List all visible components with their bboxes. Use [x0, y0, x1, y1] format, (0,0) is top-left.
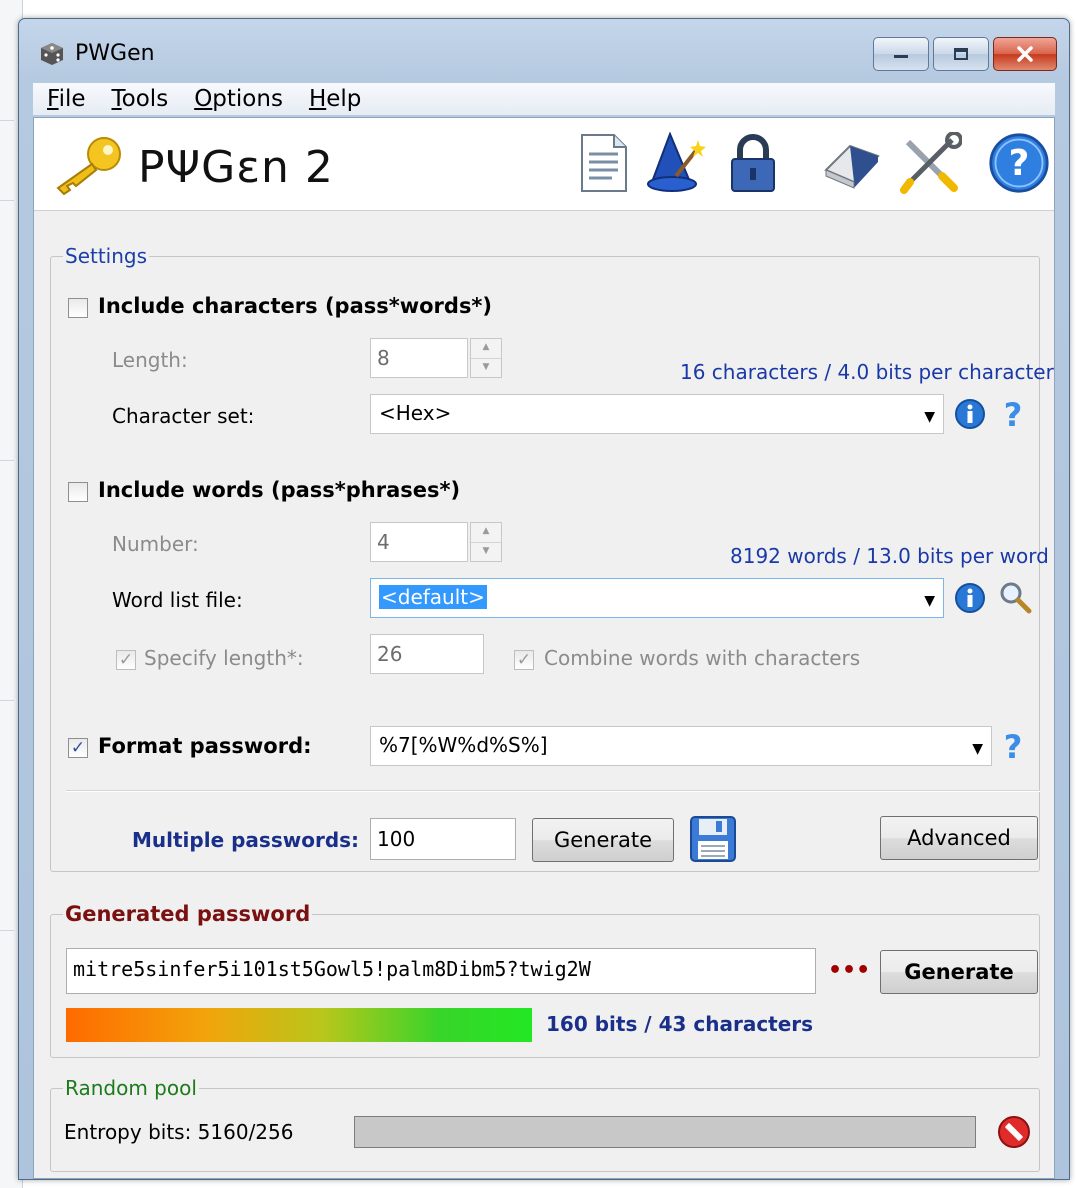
wordlist-label: Word list file:: [112, 588, 243, 612]
bg-divider: [0, 930, 14, 931]
wordlist-select[interactable]: <default> ▼: [370, 578, 944, 618]
menu-file[interactable]: File: [33, 86, 98, 112]
words-info-text: 8192 words / 13.0 bits per word: [730, 544, 1049, 568]
length-spinner[interactable]: ▲ ▼: [470, 338, 502, 378]
chevron-down-icon: ▼: [924, 593, 935, 609]
menu-help[interactable]: Help: [295, 86, 373, 112]
format-password-label: Format password:: [98, 734, 312, 758]
close-button[interactable]: [993, 37, 1057, 71]
combine-words-checkbox[interactable]: ✓: [514, 650, 534, 670]
settings-legend: Settings: [65, 244, 148, 268]
pwgen-window: PWGen File Tools Options Help PΨGεn 2 ? …: [18, 18, 1070, 1180]
include-characters-label: Include characters (pass*words*): [98, 294, 493, 318]
multiple-passwords-input[interactable]: [370, 818, 516, 860]
eraser-icon[interactable]: [820, 132, 882, 194]
bg-divider: [0, 200, 14, 201]
number-label: Number:: [112, 532, 199, 556]
multiple-passwords-label: Multiple passwords:: [132, 828, 360, 852]
include-words-label: Include words (pass*phrases*): [98, 478, 461, 502]
window-title: PWGen: [75, 41, 155, 66]
menu-bar: File Tools Options Help: [33, 83, 1055, 115]
settings-divider: [66, 790, 1040, 792]
number-input[interactable]: [370, 522, 468, 562]
bg-divider: [0, 120, 14, 121]
entropy-bits-text: Entropy bits: 5160/256: [64, 1120, 294, 1144]
generated-password-legend: Generated password: [65, 902, 311, 926]
document-icon[interactable]: [572, 132, 634, 194]
maximize-icon: [954, 48, 968, 60]
charset-value: <Hex>: [379, 401, 452, 425]
maximize-button[interactable]: [933, 37, 989, 71]
password-strength-bar: [66, 1008, 532, 1042]
save-icon[interactable]: [688, 814, 738, 864]
menu-options[interactable]: Options: [180, 86, 295, 112]
header-band: PΨGεn 2 ?: [34, 118, 1054, 211]
key-icon: [56, 137, 121, 196]
reset-pool-icon[interactable]: [996, 1114, 1032, 1150]
app-heading: PΨGεn 2: [138, 142, 334, 193]
format-password-select[interactable]: %7[%W%d%S%] ▼: [370, 726, 992, 766]
padlock-icon[interactable]: [722, 132, 784, 194]
minimize-button[interactable]: [873, 37, 929, 71]
include-words-checkbox[interactable]: [68, 482, 88, 502]
multiple-generate-button[interactable]: Generate: [532, 818, 674, 862]
password-strength-text: 160 bits / 43 characters: [546, 1012, 814, 1036]
charset-info-icon[interactable]: [954, 398, 986, 430]
title-bar[interactable]: PWGen: [19, 19, 1069, 77]
advanced-button[interactable]: Advanced: [880, 816, 1038, 860]
generate-password-button[interactable]: Generate: [880, 950, 1038, 994]
wordlist-info-icon[interactable]: [954, 582, 986, 614]
svg-text:?: ?: [1009, 143, 1030, 184]
close-icon: [1017, 46, 1033, 62]
length-label: Length:: [112, 348, 188, 372]
combine-words-label: Combine words with characters: [544, 646, 861, 670]
length-input[interactable]: [370, 338, 468, 378]
charset-select[interactable]: <Hex> ▼: [370, 394, 944, 434]
entropy-bar: [354, 1116, 976, 1148]
help-icon[interactable]: ?: [986, 132, 1052, 194]
chars-info-text: 16 characters / 4.0 bits per character: [680, 360, 1054, 384]
charset-label: Character set:: [112, 404, 255, 428]
specify-length-label: Specify length*:: [144, 646, 304, 670]
format-help-icon[interactable]: ?: [1000, 728, 1026, 764]
svg-text:?: ?: [1004, 396, 1023, 432]
charset-help-icon[interactable]: ?: [1000, 396, 1026, 432]
main-panel: PΨGεn 2 ? Settings Include characters (p…: [33, 117, 1055, 1179]
format-password-checkbox[interactable]: ✓: [68, 738, 88, 758]
chevron-down-icon: ▼: [924, 409, 935, 425]
tools-icon[interactable]: [900, 132, 962, 194]
format-password-value: %7[%W%d%S%]: [379, 733, 548, 757]
minimize-icon: [894, 55, 908, 58]
magnifier-icon[interactable]: [998, 580, 1032, 614]
wizard-icon[interactable]: [646, 132, 708, 194]
include-characters-checkbox[interactable]: [68, 298, 88, 318]
bg-divider: [0, 700, 14, 701]
chevron-down-icon: ▼: [972, 741, 983, 757]
svg-text:?: ?: [1004, 728, 1023, 764]
specify-length-checkbox[interactable]: ✓: [116, 650, 136, 670]
bg-divider: [0, 460, 14, 461]
number-spinner[interactable]: ▲ ▼: [470, 522, 502, 562]
random-pool-legend: Random pool: [65, 1076, 197, 1100]
dice-app-icon: [41, 43, 63, 65]
wordlist-value: <default>: [379, 585, 487, 609]
menu-tools[interactable]: Tools: [98, 86, 181, 112]
reveal-dots-button[interactable]: •••: [828, 958, 870, 983]
generated-password-field[interactable]: mitre5sinfer5i101st5Gowl5!palm8Dibm5?twi…: [66, 948, 816, 994]
specify-length-input[interactable]: [370, 634, 484, 674]
